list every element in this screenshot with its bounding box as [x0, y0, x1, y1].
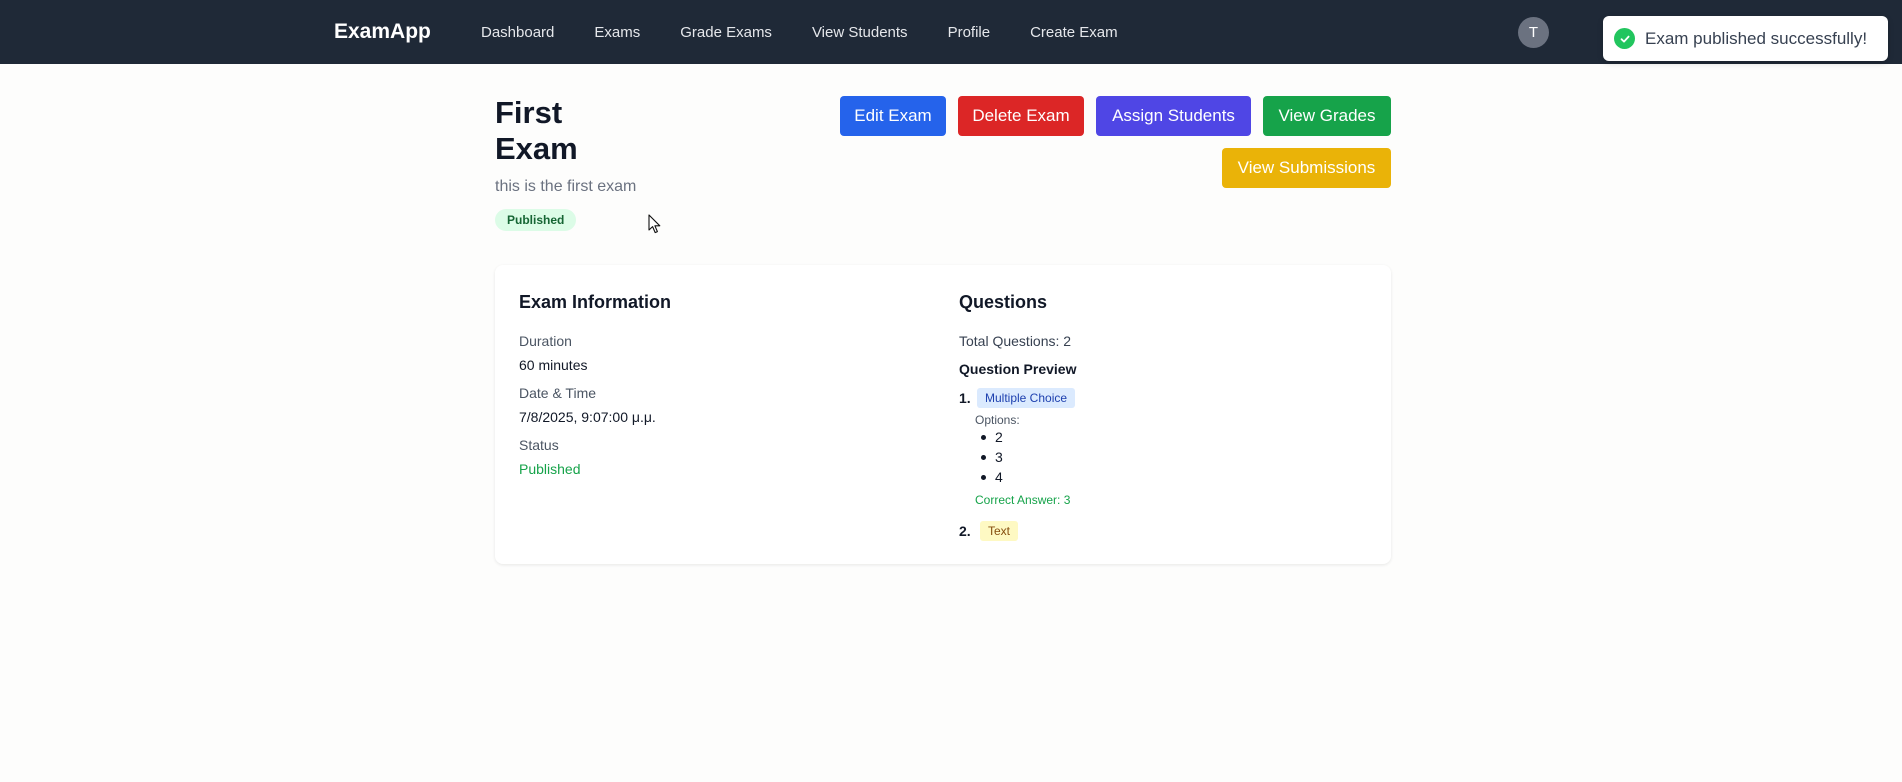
nav-links: Dashboard Exams Grade Exams View Student…	[481, 0, 1118, 64]
nav-link-view-students[interactable]: View Students	[812, 24, 908, 41]
exam-details-card: Exam Information Duration 60 minutes Dat…	[495, 265, 1391, 564]
option-item: 3	[981, 449, 1003, 465]
question-preview-heading: Question Preview	[959, 361, 1077, 377]
duration-value: 60 minutes	[519, 357, 588, 373]
exam-info-heading: Exam Information	[519, 292, 672, 312]
view-submissions-button[interactable]: View Submissions	[1222, 148, 1391, 188]
option-text: 2	[995, 429, 1003, 445]
question-number: 1.	[959, 390, 971, 406]
assign-students-button[interactable]: Assign Students	[1096, 96, 1251, 136]
nav-link-grade-exams[interactable]: Grade Exams	[680, 24, 772, 41]
option-item: 2	[981, 429, 1003, 445]
option-text: 3	[995, 449, 1003, 465]
view-grades-button[interactable]: View Grades	[1263, 96, 1391, 136]
app-logo[interactable]: ExamApp	[334, 20, 431, 44]
option-item: 4	[981, 469, 1003, 485]
question-type-badge: Multiple Choice	[977, 388, 1076, 408]
toast-message: Exam published successfully!	[1645, 28, 1868, 48]
duration-label: Duration	[519, 333, 572, 349]
status-badge: Published	[495, 209, 577, 231]
edit-exam-button[interactable]: Edit Exam	[840, 96, 946, 136]
status-value: Published	[519, 461, 581, 477]
bullet-icon	[981, 475, 986, 480]
delete-exam-button[interactable]: Delete Exam	[958, 96, 1084, 136]
nav-link-profile[interactable]: Profile	[948, 24, 991, 41]
check-circle-icon	[1614, 28, 1635, 49]
bullet-icon	[981, 435, 986, 440]
nav-link-dashboard[interactable]: Dashboard	[481, 24, 554, 41]
option-text: 4	[995, 469, 1003, 485]
success-toast: Exam published successfully!	[1603, 16, 1888, 61]
correct-answer: Correct Answer: 3	[975, 493, 1071, 507]
bullet-icon	[981, 455, 986, 460]
exam-description: this is the first exam	[495, 178, 637, 195]
user-avatar[interactable]: T	[1518, 17, 1549, 48]
nav-link-create-exam[interactable]: Create Exam	[1030, 24, 1118, 41]
total-questions: Total Questions: 2	[959, 333, 1072, 349]
options-label: Options:	[975, 413, 1020, 427]
question-number: 2.	[959, 523, 971, 539]
status-label: Status	[519, 437, 559, 453]
mouse-cursor-icon	[648, 214, 661, 234]
nav-link-exams[interactable]: Exams	[594, 24, 640, 41]
datetime-label: Date & Time	[519, 385, 597, 401]
question-type-badge: Text	[980, 521, 1019, 541]
questions-heading: Questions	[959, 292, 1048, 312]
datetime-value: 7/8/2025, 9:07:00 μ.μ.	[519, 409, 656, 425]
exam-title: First Exam	[495, 95, 578, 166]
